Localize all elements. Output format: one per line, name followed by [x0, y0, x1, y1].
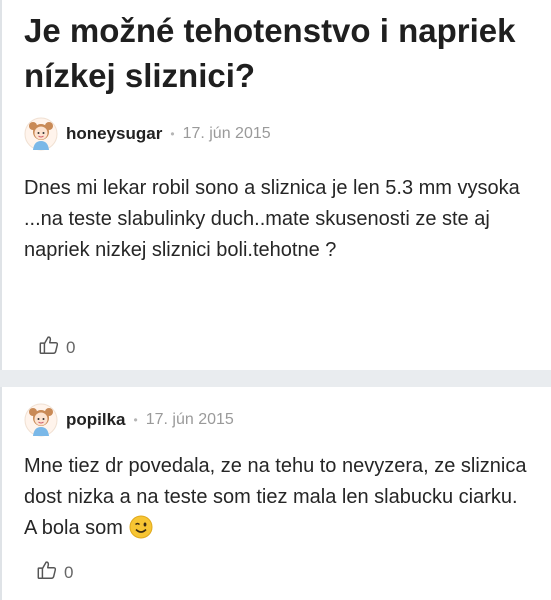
author-name[interactable]: popilka — [66, 410, 126, 430]
wink-emoji-icon — [129, 515, 153, 549]
like-button[interactable]: 0 — [38, 334, 75, 361]
like-count: 0 — [66, 337, 76, 357]
post-meta: popilka • 17. jún 2015 — [2, 387, 551, 438]
author-name[interactable]: honeysugar — [66, 124, 162, 144]
girl-avatar-icon[interactable] — [24, 117, 58, 151]
thumbs-up-icon — [36, 559, 58, 586]
page-title: Je možné tehotenstvo i napriek nízkej sl… — [24, 12, 516, 94]
like-count: 0 — [64, 562, 74, 582]
like-button[interactable]: 0 — [36, 559, 73, 586]
question-post: Je možné tehotenstvo i napriek nízkej sl… — [0, 0, 551, 370]
thumbs-up-icon — [38, 334, 60, 361]
post-meta: honeysugar • 17. jún 2015 — [2, 116, 551, 152]
post-body: Dnes mi lekar robil sono a sliznica je l… — [24, 177, 520, 261]
reply-post: popilka • 17. jún 2015 Mne tiez dr poved… — [0, 387, 551, 600]
meta-separator: • — [170, 127, 175, 141]
reply-text: Mne tiez dr povedala, ze na tehu to nevy… — [24, 455, 527, 539]
girl-avatar-icon[interactable] — [24, 403, 58, 437]
post-date: 17. jún 2015 — [182, 125, 271, 142]
post-date: 17. jún 2015 — [145, 411, 234, 428]
meta-separator: • — [133, 413, 138, 427]
post-body: Mne tiez dr povedala, ze na tehu to nevy… — [2, 451, 551, 549]
post-divider — [0, 370, 551, 387]
